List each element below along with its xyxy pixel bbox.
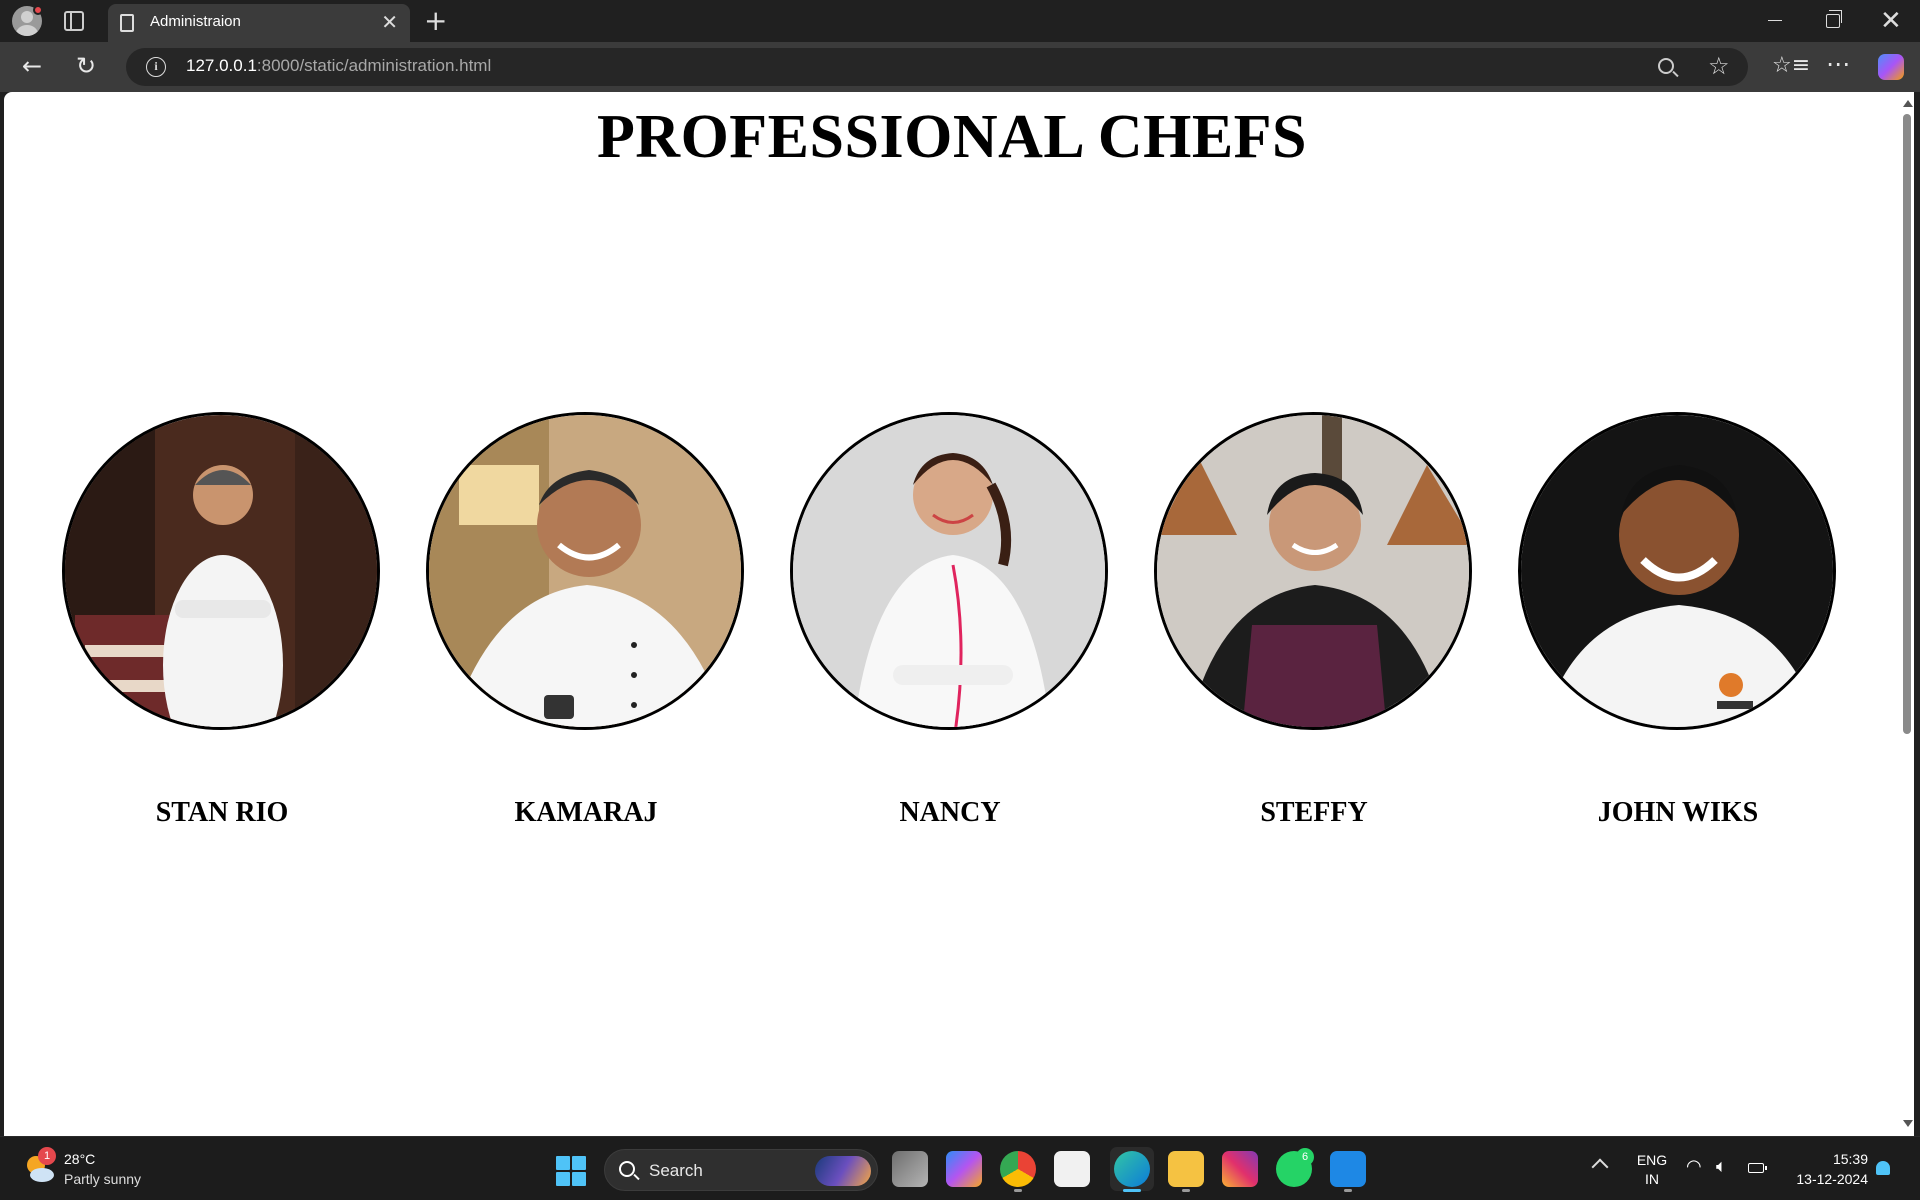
file-explorer-icon[interactable] <box>1168 1151 1204 1187</box>
window-restore-button[interactable] <box>1826 10 1842 28</box>
window-minimize-button[interactable] <box>1768 20 1782 21</box>
taskbar-search-box[interactable]: Search <box>604 1149 878 1191</box>
instagram-icon[interactable] <box>1222 1151 1258 1187</box>
browser-tab-active[interactable]: Administraion ✕ <box>108 4 410 42</box>
favorite-star-icon[interactable]: ☆ <box>1708 52 1730 80</box>
tab-title: Administraion <box>150 13 241 30</box>
chef-portrait <box>790 412 1108 730</box>
back-arrow-icon[interactable]: ← <box>22 54 42 78</box>
chef-card: KAMARAJ <box>426 412 746 828</box>
clock-time: 15:39 <box>1832 1151 1868 1167</box>
scroll-down-arrow-icon[interactable] <box>1903 1120 1913 1127</box>
explorer-running-indicator <box>1182 1189 1190 1192</box>
scroll-thumb[interactable] <box>1903 114 1911 734</box>
page-scrollbar[interactable] <box>1900 92 1914 1136</box>
profile-notification-dot <box>33 5 43 15</box>
window-close-button[interactable]: ✕ <box>1880 6 1902 36</box>
volume-icon[interactable]: 🔈︎ <box>1716 1157 1727 1177</box>
windows-taskbar: 1 28°C Partly sunny Search 6 ENG IN ◠ 🔈︎… <box>0 1136 1920 1200</box>
chef-name: STEFFY <box>1260 797 1368 828</box>
microsoft-store-icon[interactable] <box>1054 1151 1090 1187</box>
chef-portrait <box>1518 412 1836 730</box>
chef-portrait <box>1154 412 1472 730</box>
chef-name: KAMARAJ <box>514 797 658 828</box>
search-label: Search <box>649 1161 703 1180</box>
chef-card: STEFFY <box>1154 412 1474 828</box>
more-menu-icon[interactable]: ⋯ <box>1826 52 1850 76</box>
weather-temperature[interactable]: 28°C <box>64 1151 95 1167</box>
chef-portrait <box>426 412 744 730</box>
chef-name: JOHN WIKS <box>1597 797 1759 828</box>
weather-badge: 1 <box>38 1147 56 1165</box>
chrome-running-indicator <box>1014 1189 1022 1192</box>
weather-description[interactable]: Partly sunny <box>64 1171 141 1187</box>
edge-running-indicator <box>1123 1189 1141 1192</box>
windows-start-icon[interactable] <box>556 1156 586 1186</box>
vscode-icon[interactable] <box>1330 1151 1366 1187</box>
chrome-icon[interactable] <box>1000 1151 1036 1187</box>
vscode-running-indicator <box>1344 1189 1352 1192</box>
tab-actions-icon[interactable] <box>64 11 84 31</box>
new-tab-button[interactable]: + <box>424 4 447 38</box>
url-path: :8000/static/administration.html <box>256 56 492 75</box>
language-code: ENG <box>1636 1152 1668 1168</box>
favorites-icon[interactable]: ☆≡ <box>1772 54 1810 78</box>
copilot-icon[interactable] <box>1878 54 1904 80</box>
refresh-icon[interactable]: ↻ <box>76 54 96 78</box>
show-hidden-icons-chevron-icon[interactable] <box>1591 1158 1609 1176</box>
battery-icon[interactable] <box>1748 1163 1767 1173</box>
chef-card: JOHN WIKS <box>1518 412 1838 828</box>
notification-bell-icon[interactable] <box>1876 1161 1890 1175</box>
page-viewport: PROFESSIONAL CHEFS STAN RIO KAMARAJ NANC… <box>4 92 1900 1136</box>
scroll-up-arrow-icon[interactable] <box>1903 100 1913 107</box>
chef-card: STAN RIO <box>62 412 382 828</box>
clock-date: 13-12-2024 <box>1796 1171 1868 1187</box>
chef-card: NANCY <box>790 412 1110 828</box>
page-icon <box>120 14 134 32</box>
chef-name: NANCY <box>899 797 1001 828</box>
search-highlight-image <box>815 1156 871 1186</box>
whatsapp-badge: 6 <box>1296 1148 1314 1166</box>
edge-icon[interactable] <box>1114 1151 1150 1187</box>
wifi-icon[interactable]: ◠ <box>1686 1157 1702 1177</box>
task-view-icon[interactable] <box>892 1151 928 1187</box>
chef-portrait <box>62 412 380 730</box>
chef-name: STAN RIO <box>155 797 289 828</box>
search-icon <box>619 1161 635 1177</box>
zoom-icon[interactable] <box>1658 58 1674 74</box>
page-title: PROFESSIONAL CHEFS <box>596 103 1308 171</box>
url-text[interactable]: 127.0.0.1:8000/static/administration.htm… <box>186 56 491 76</box>
address-bar[interactable]: i 127.0.0.1:8000/static/administration.h… <box>126 48 1748 86</box>
browser-tabstrip: Administraion ✕ + ✕ <box>0 0 1920 42</box>
tab-close-icon[interactable]: ✕ <box>381 11 398 33</box>
browser-toolbar: ← ↻ i 127.0.0.1:8000/static/administrati… <box>0 42 1920 92</box>
site-info-icon[interactable]: i <box>146 57 166 77</box>
url-host: 127.0.0.1 <box>186 56 257 75</box>
copilot-app-icon[interactable] <box>946 1151 982 1187</box>
language-region: IN <box>1645 1171 1659 1187</box>
input-language-indicator[interactable]: ENG IN <box>1632 1151 1672 1189</box>
system-clock[interactable]: 15:39 13-12-2024 <box>1784 1149 1868 1189</box>
